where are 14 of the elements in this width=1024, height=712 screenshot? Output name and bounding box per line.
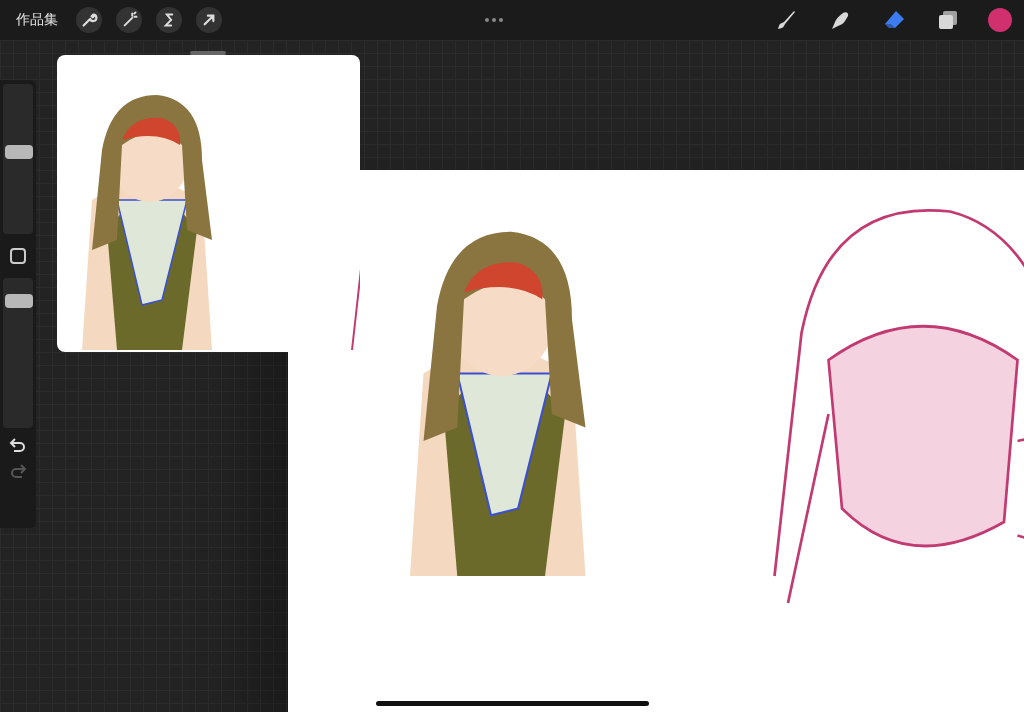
slider-track[interactable] — [3, 278, 33, 428]
more-icon[interactable] — [484, 17, 504, 23]
drag-handle[interactable] — [190, 51, 226, 55]
selection-icon[interactable] — [156, 7, 182, 33]
wrench-icon[interactable] — [76, 7, 102, 33]
undo-icon[interactable] — [9, 436, 27, 454]
gallery-link[interactable]: 作品集 — [16, 11, 58, 29]
slider-track[interactable] — [3, 84, 33, 234]
slider-thumb[interactable] — [5, 294, 33, 309]
magic-wand-icon[interactable] — [116, 7, 142, 33]
modify-button[interactable] — [10, 248, 26, 264]
layers-icon[interactable] — [936, 8, 960, 32]
color-swatch[interactable] — [988, 8, 1012, 32]
slider-thumb[interactable] — [5, 145, 33, 160]
